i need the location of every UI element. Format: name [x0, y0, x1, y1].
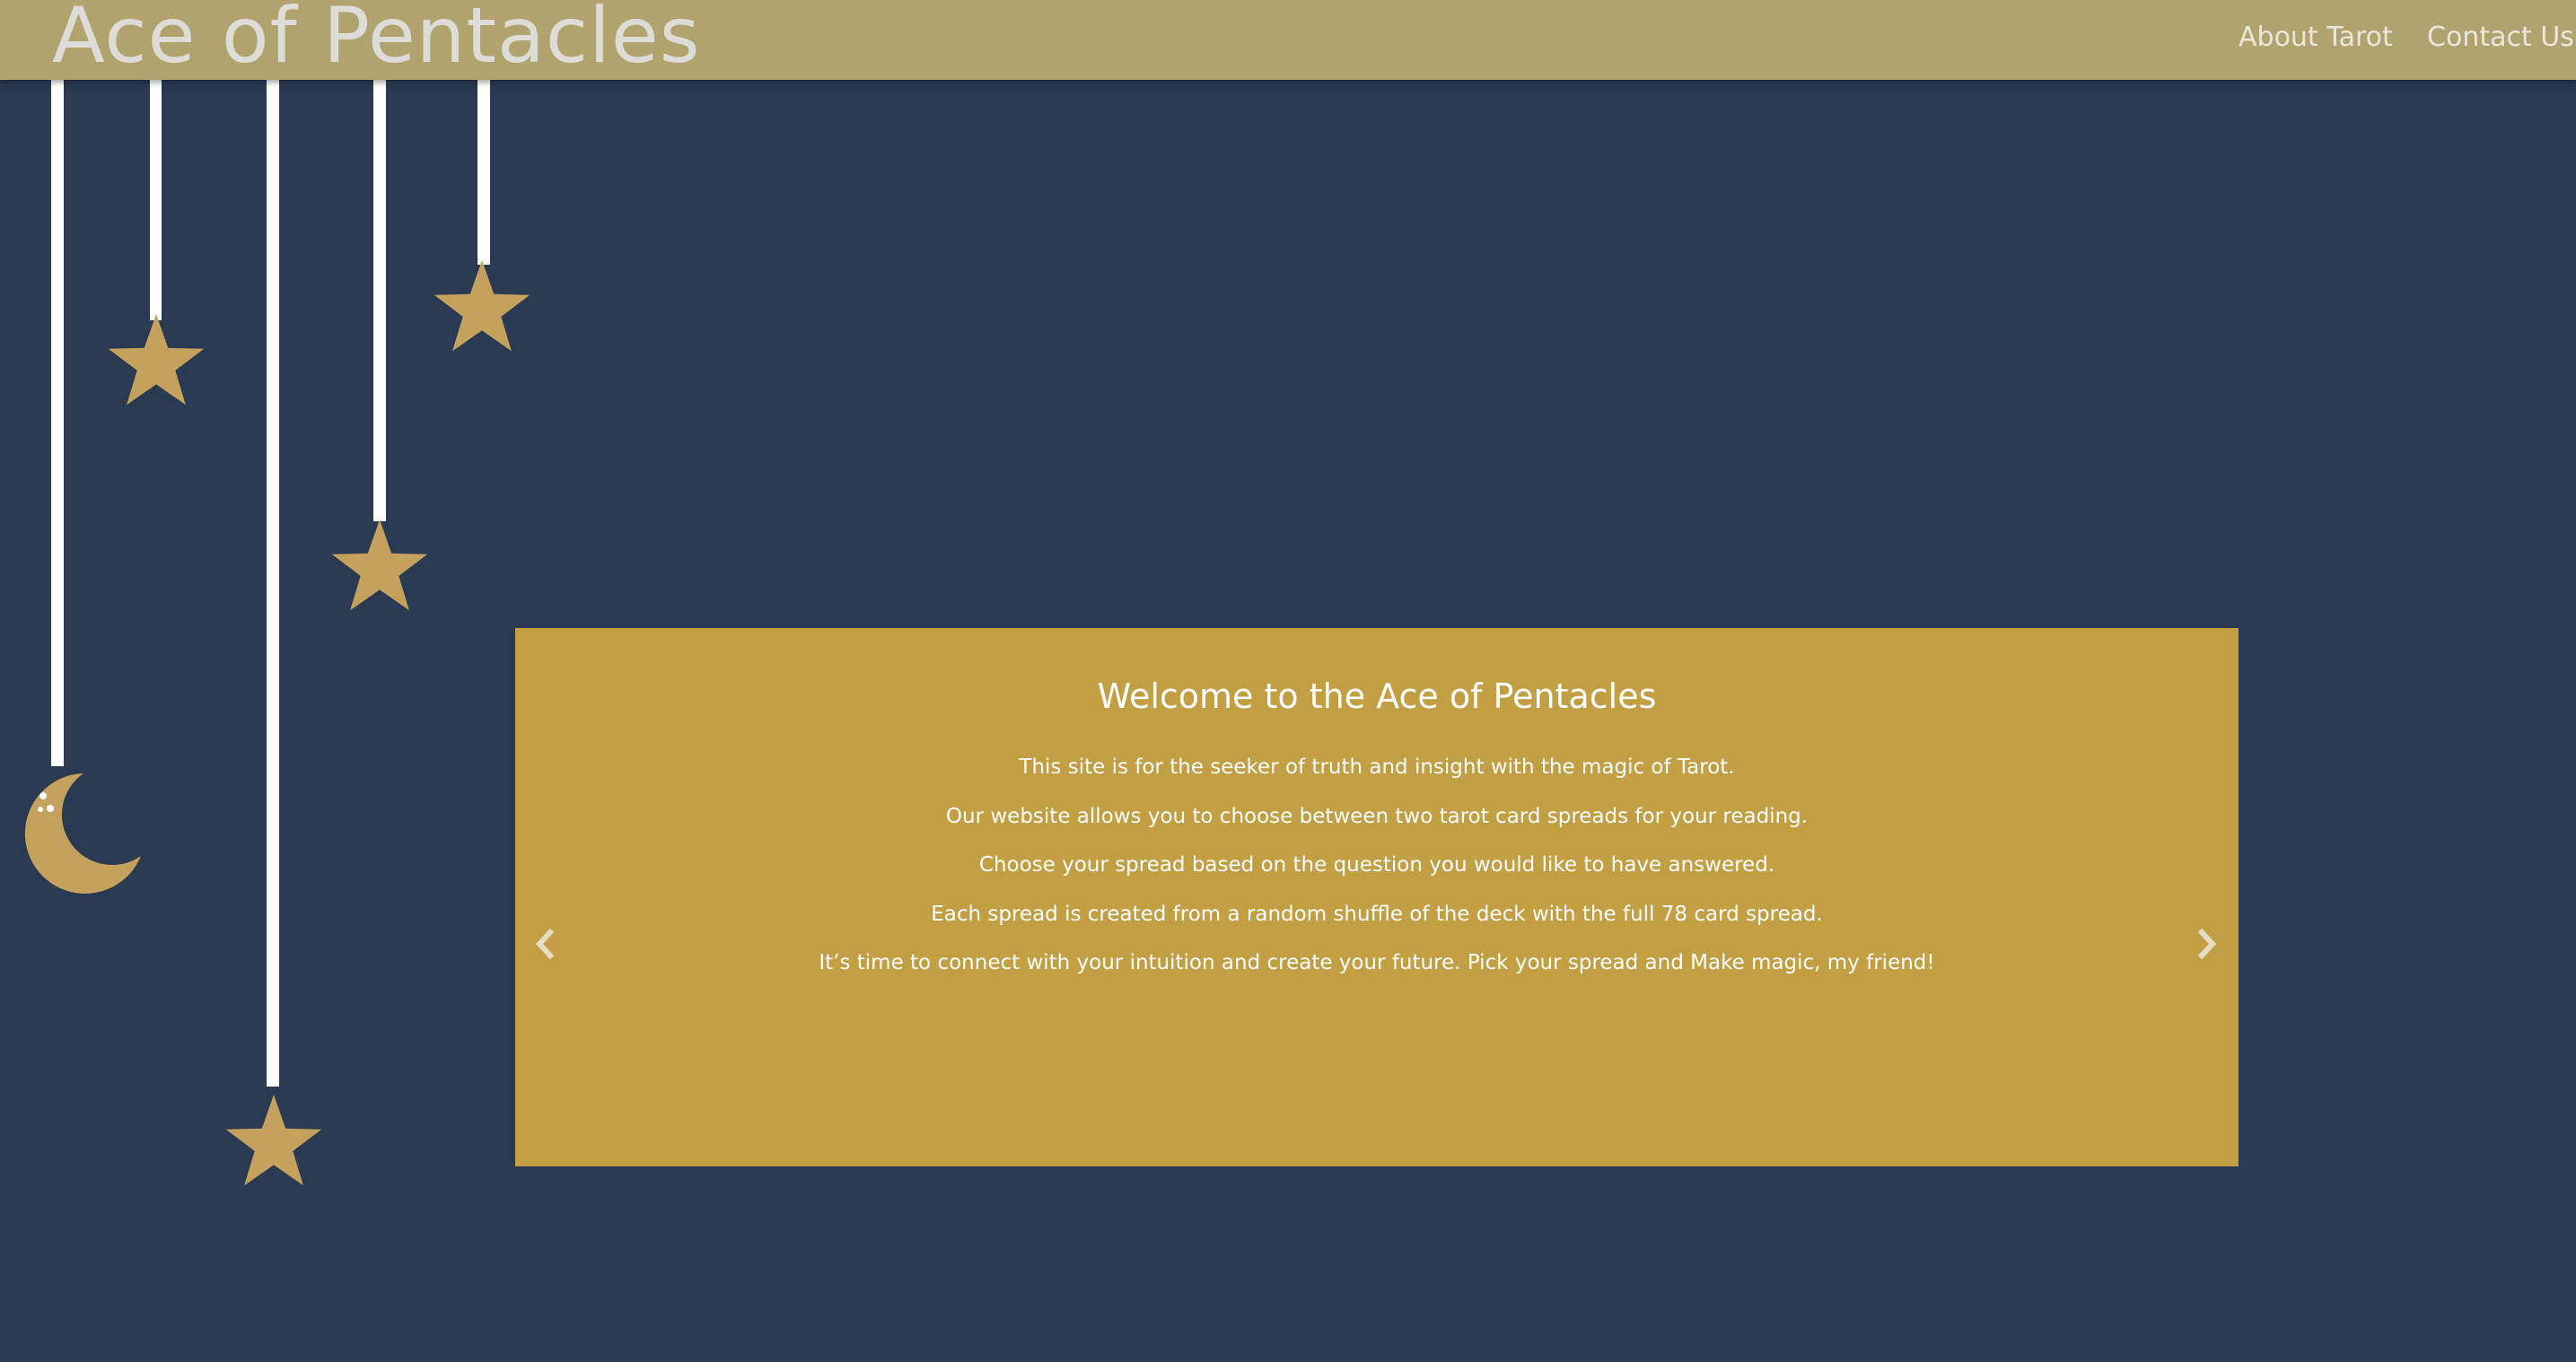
string [51, 80, 64, 766]
nav-link-contact-us[interactable]: Contact Us [2427, 20, 2574, 56]
string [373, 80, 386, 521]
string [150, 80, 162, 320]
star-icon [331, 519, 428, 611]
welcome-carousel: Welcome to the Ace of Pentacles This sit… [515, 628, 2239, 1166]
carousel-line: Choose your spread based on the question… [978, 853, 1775, 877]
chevron-left-icon [535, 928, 555, 960]
moon-icon [24, 773, 142, 894]
carousel-title: Welcome to the Ace of Pentacles [1097, 677, 1657, 716]
carousel-text: This site is for the seeker of truth and… [515, 743, 2239, 988]
site-brand[interactable]: Ace of Pentacles [52, 0, 701, 81]
nav-link-about-tarot[interactable]: About Tarot [2239, 20, 2393, 56]
string [478, 80, 490, 265]
carousel-prev-button[interactable] [531, 926, 558, 962]
navbar: Ace of Pentacles About Tarot Contact Us [0, 0, 2576, 81]
carousel-next-button[interactable] [2194, 926, 2221, 962]
carousel-line: Our website allows you to choose between… [945, 804, 1809, 828]
carousel-line: This site is for the seeker of truth and… [1019, 755, 1735, 779]
star-icon [108, 314, 205, 406]
carousel-line: It’s time to connect with your intuition… [819, 951, 1935, 974]
star-icon [225, 1095, 322, 1186]
star-icon [434, 260, 530, 352]
chevron-right-icon [2197, 928, 2217, 960]
string [267, 80, 279, 1087]
hanging-decorations [24, 80, 530, 1186]
carousel-line: Each spread is created from a random shu… [931, 902, 1823, 926]
